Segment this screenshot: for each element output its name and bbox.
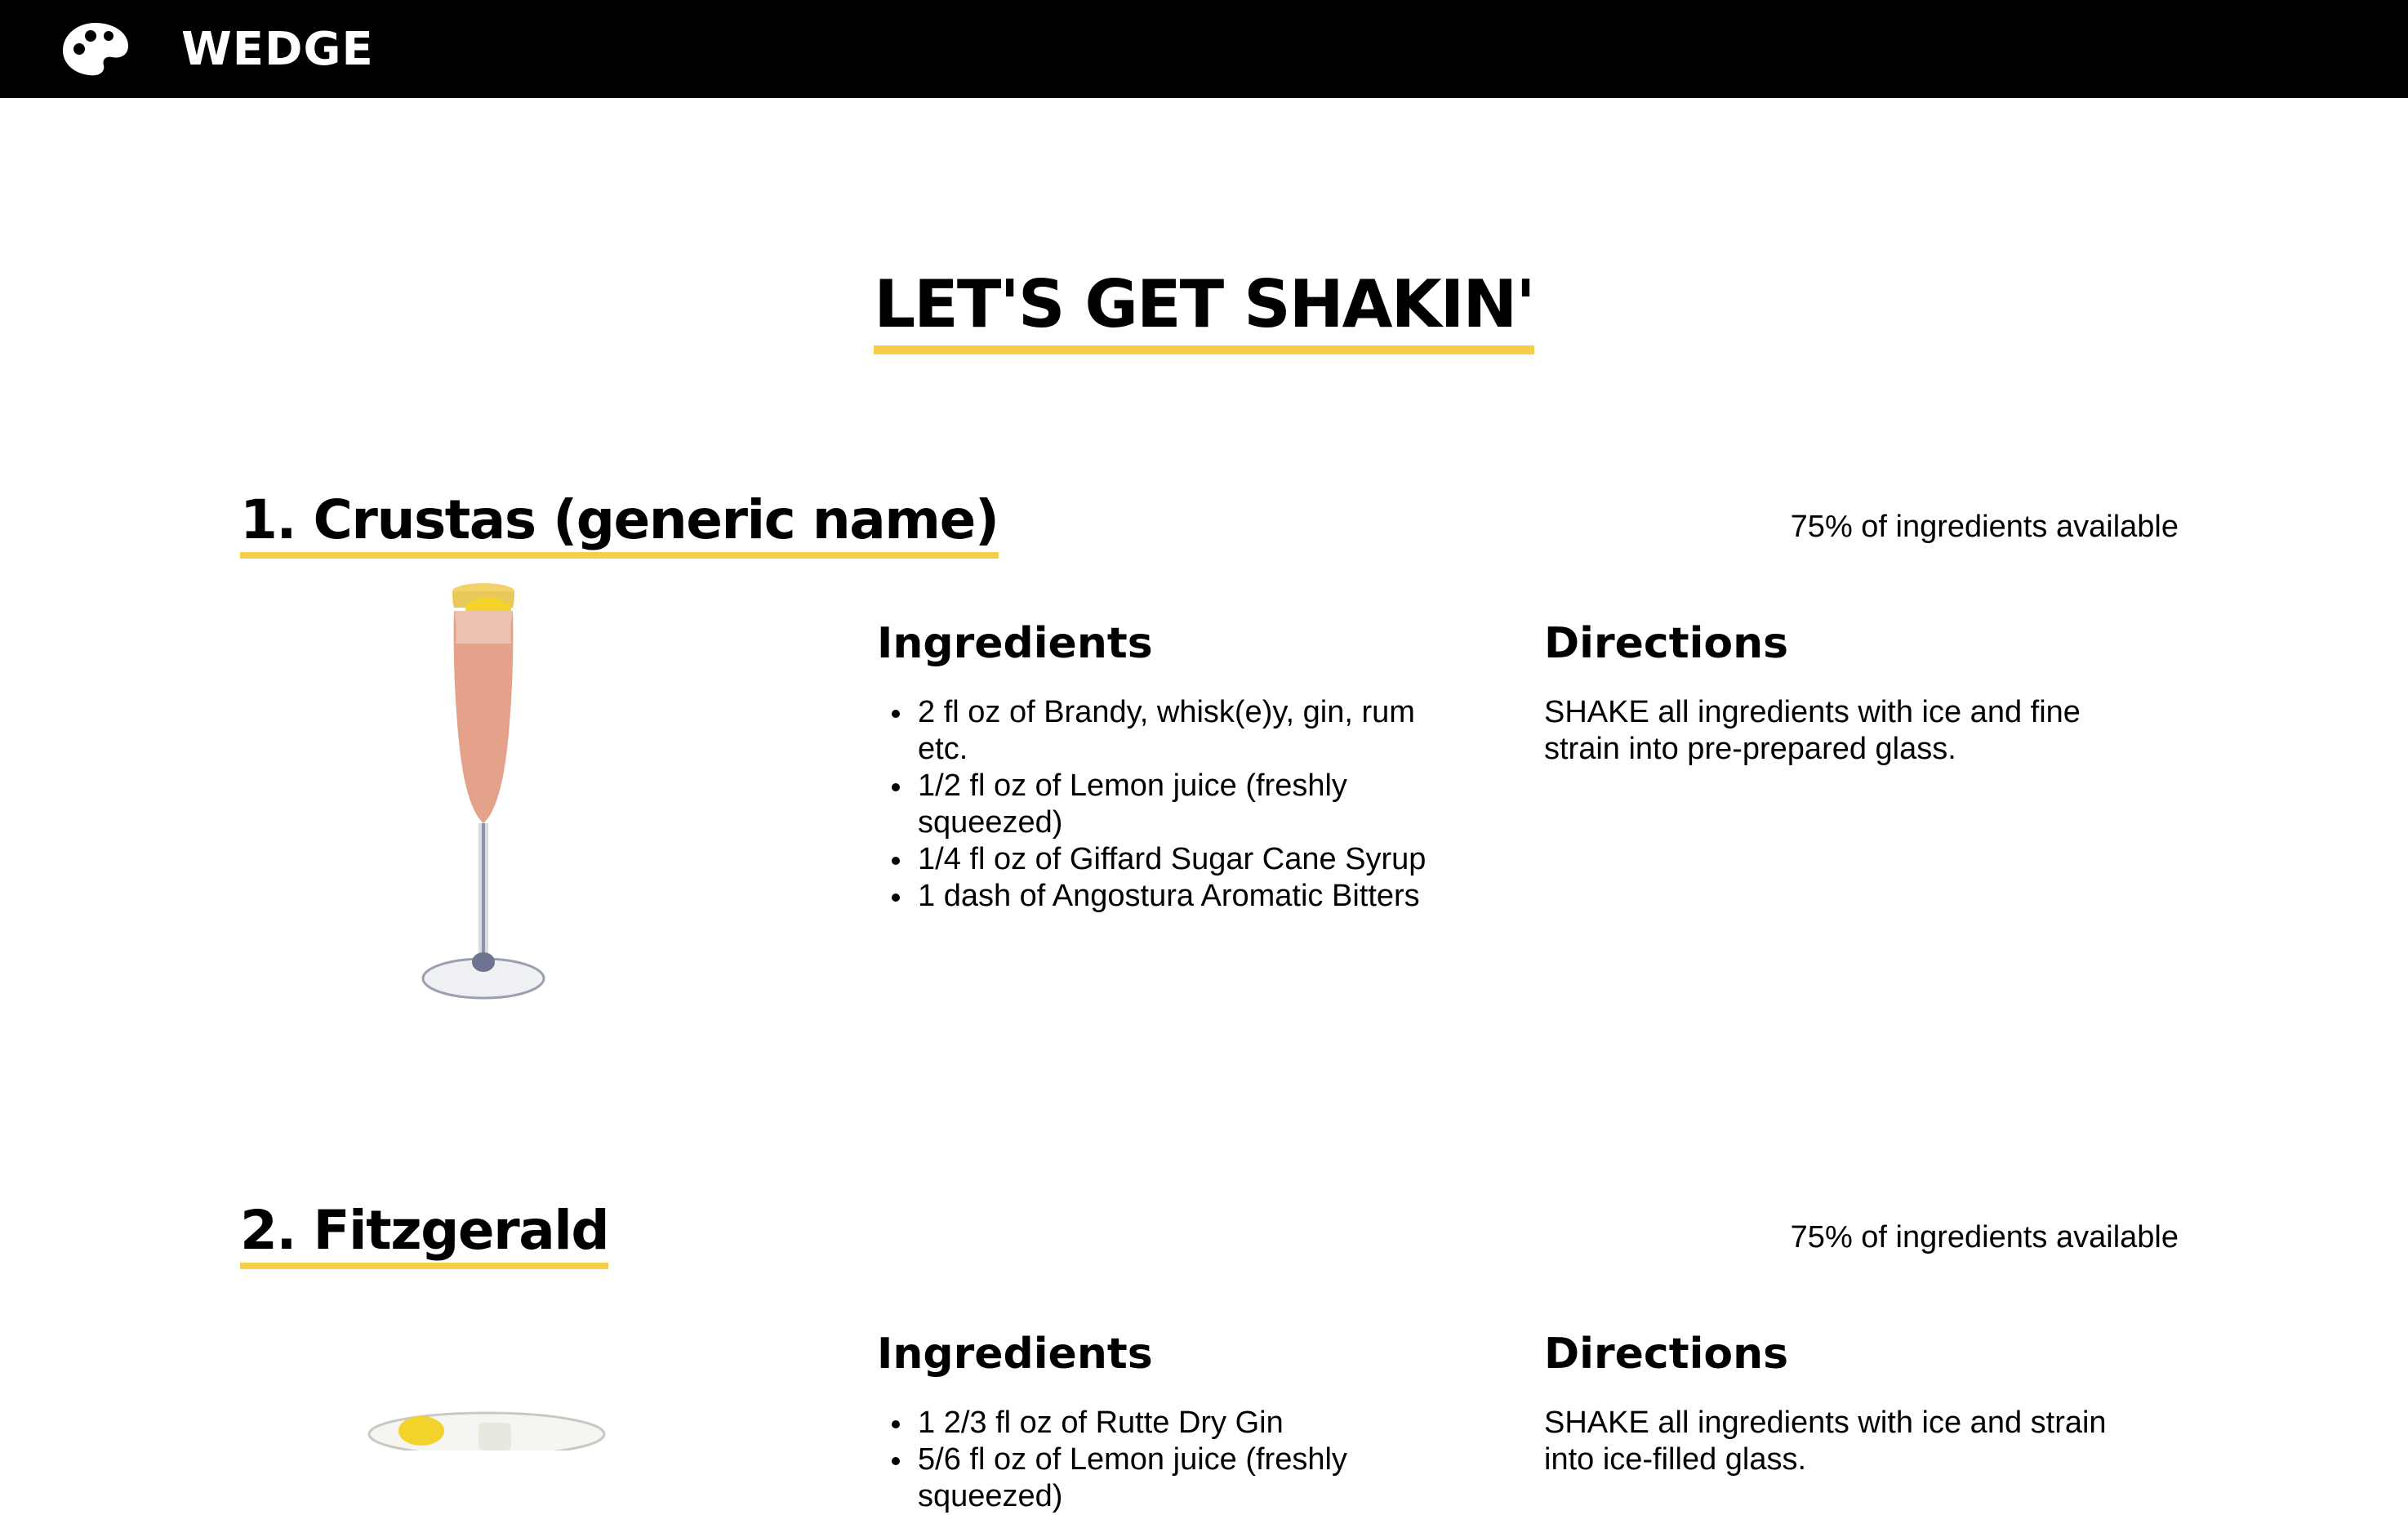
recipe-title: 1. Crustas (generic name): [240, 485, 999, 559]
directions-text: SHAKE all ingredients with ice and fine …: [1544, 695, 2081, 766]
ingredient-list: 2 fl oz of Brandy, whisk(e)y, gin, rum e…: [877, 694, 1465, 915]
page-title: LET'S GET SHAKIN': [0, 260, 2408, 354]
directions-heading: Directions: [1544, 1330, 1789, 1379]
directions-text: SHAKE all ingredients with ice and strai…: [1544, 1406, 2107, 1477]
directions-heading: Directions: [1544, 619, 1789, 668]
brand-name[interactable]: WEDGE: [181, 20, 374, 78]
top-navbar: WEDGE: [0, 0, 2408, 98]
ingredient-list: 1 2/3 fl oz of Rutte Dry Gin 5/6 fl oz o…: [877, 1405, 1465, 1515]
rocks-glass-cocktail-image: [367, 1411, 606, 1450]
ingredients-heading: Ingredients: [877, 1330, 1153, 1379]
recipe-title-text: 1. Crustas (generic name): [240, 488, 999, 559]
ingredient-item: 1/4 fl oz of Giffard Sugar Cane Syrup: [877, 841, 1465, 878]
ingredient-item: 5/6 fl oz of Lemon juice (freshly squeez…: [877, 1441, 1465, 1515]
ingredient-item: 1/2 fl oz of Lemon juice (freshly squeez…: [877, 768, 1465, 841]
page-title-text: LET'S GET SHAKIN': [874, 264, 1536, 354]
recipe-title: 2. Fitzgerald: [240, 1196, 610, 1269]
ingredient-item: 1 2/3 fl oz of Rutte Dry Gin: [877, 1405, 1465, 1441]
champagne-flute-cocktail-image: [421, 583, 545, 1000]
palette-icon[interactable]: [61, 20, 130, 78]
ingredient-item: 2 fl oz of Brandy, whisk(e)y, gin, rum e…: [877, 694, 1465, 768]
ingredient-availability: 75% of ingredients available: [1790, 1220, 2179, 1254]
ingredient-availability: 75% of ingredients available: [1790, 510, 2179, 544]
ingredient-item: 1 dash of Angostura Aromatic Bitters: [877, 878, 1465, 915]
ingredients-heading: Ingredients: [877, 619, 1153, 668]
recipe-title-text: 2. Fitzgerald: [240, 1199, 610, 1269]
